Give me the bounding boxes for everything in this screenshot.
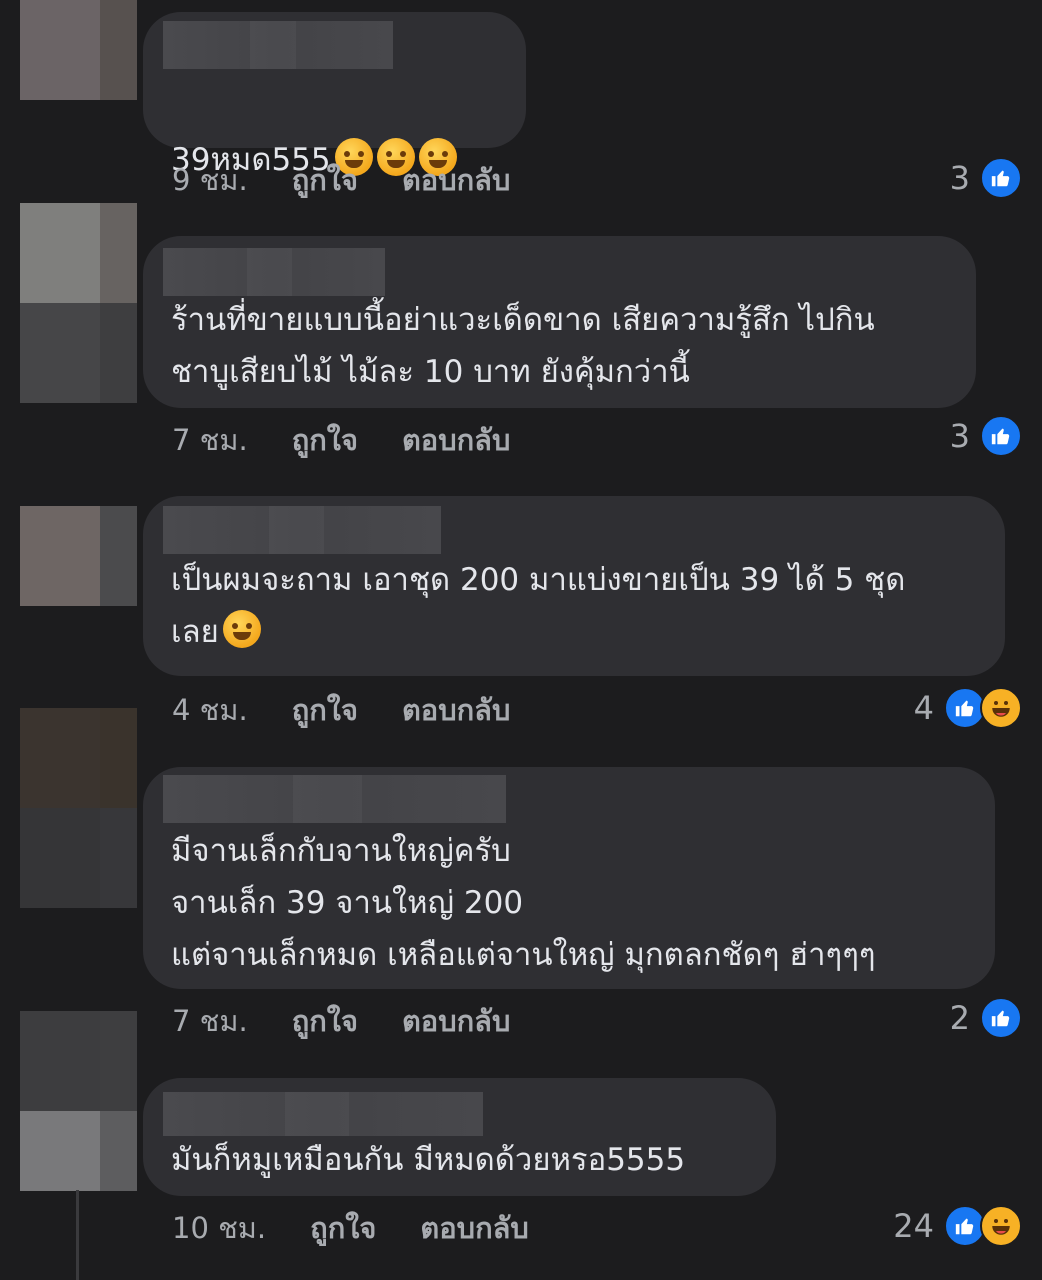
reaction-count: 4 <box>913 689 934 727</box>
comment-text: มีจานเล็กกับจานใหญ่ครับ จานเล็ก 39 จานให… <box>171 833 876 973</box>
reaction-summary[interactable]: 24 <box>893 1205 1022 1247</box>
comment-text: มันก็หมูเหมือนกัน มีหมดด้วยหรอ5555 <box>171 1142 686 1178</box>
comment-time[interactable]: 4 ชม. <box>172 687 248 733</box>
like-button[interactable]: ถูกใจ <box>292 687 358 733</box>
reply-button[interactable]: ตอบกลับ <box>402 157 510 203</box>
commenter-name-redacted <box>163 506 441 554</box>
comment-actions: 7 ชม. ถูกใจ ตอบกลับ <box>172 420 510 460</box>
commenter-name-redacted <box>163 248 385 296</box>
reaction-summary[interactable]: 3 <box>949 157 1022 199</box>
like-button[interactable]: ถูกใจ <box>310 1205 376 1251</box>
haha-reaction-icon <box>980 1205 1022 1247</box>
like-button[interactable]: ถูกใจ <box>292 417 358 463</box>
reply-button[interactable]: ตอบกลับ <box>402 687 510 733</box>
thread-line <box>76 1190 79 1280</box>
comment-text: ร้านที่ขายแบบนี้อย่าแวะเด็ดขาด เสียความร… <box>171 302 875 390</box>
reply-button[interactable]: ตอบกลับ <box>402 417 510 463</box>
comment-actions: 9 ชม. ถูกใจ ตอบกลับ <box>172 160 510 200</box>
avatar[interactable] <box>20 1011 137 1191</box>
reaction-summary[interactable]: 3 <box>949 415 1022 457</box>
reaction-count: 3 <box>949 417 970 455</box>
thumbs-up-icon <box>980 157 1022 199</box>
rolling-on-the-floor-laughing-icon <box>222 610 261 648</box>
avatar[interactable] <box>20 708 137 908</box>
comment-bubble: มีจานเล็กกับจานใหญ่ครับ จานเล็ก 39 จานให… <box>143 767 995 989</box>
like-button[interactable]: ถูกใจ <box>292 998 358 1044</box>
comment-actions: 7 ชม. ถูกใจ ตอบกลับ <box>172 1001 510 1041</box>
like-button[interactable]: ถูกใจ <box>292 157 358 203</box>
comment-time[interactable]: 9 ชม. <box>172 157 248 203</box>
reaction-count: 3 <box>949 159 970 197</box>
comment-bubble: ร้านที่ขายแบบนี้อย่าแวะเด็ดขาด เสียความร… <box>143 236 976 408</box>
comment-bubble: 39หมด555 <box>143 12 526 178</box>
reaction-count: 2 <box>949 999 970 1037</box>
haha-reaction-icon <box>980 687 1022 729</box>
avatar[interactable] <box>20 203 137 403</box>
comment-time[interactable]: 10 ชม. <box>172 1205 266 1251</box>
reply-button[interactable]: ตอบกลับ <box>420 1205 528 1251</box>
reaction-count: 24 <box>893 1207 934 1245</box>
reaction-summary[interactable]: 4 <box>913 687 1022 729</box>
comment-bubble: เป็นผมจะถาม เอาชุด 200 มาแบ่งขายเป็น 39 … <box>143 496 1005 676</box>
commenter-name-redacted <box>163 21 393 69</box>
reaction-summary[interactable]: 2 <box>949 997 1022 1039</box>
thumbs-up-icon <box>980 415 1022 457</box>
reply-button[interactable]: ตอบกลับ <box>402 998 510 1044</box>
thumbs-up-icon <box>980 997 1022 1039</box>
comment-time[interactable]: 7 ชม. <box>172 998 248 1044</box>
comment-actions: 4 ชม. ถูกใจ ตอบกลับ <box>172 690 510 730</box>
comment-bubble: มันก็หมูเหมือนกัน มีหมดด้วยหรอ5555 <box>143 1078 776 1196</box>
commenter-name-redacted <box>163 1092 483 1136</box>
comment-actions: 10 ชม. ถูกใจ ตอบกลับ <box>172 1208 529 1248</box>
avatar[interactable] <box>20 506 137 606</box>
commenter-name-redacted <box>163 775 506 823</box>
comment-time[interactable]: 7 ชม. <box>172 417 248 463</box>
comment-text: เป็นผมจะถาม เอาชุด 200 มาแบ่งขายเป็น 39 … <box>171 562 906 650</box>
avatar[interactable] <box>20 0 137 100</box>
